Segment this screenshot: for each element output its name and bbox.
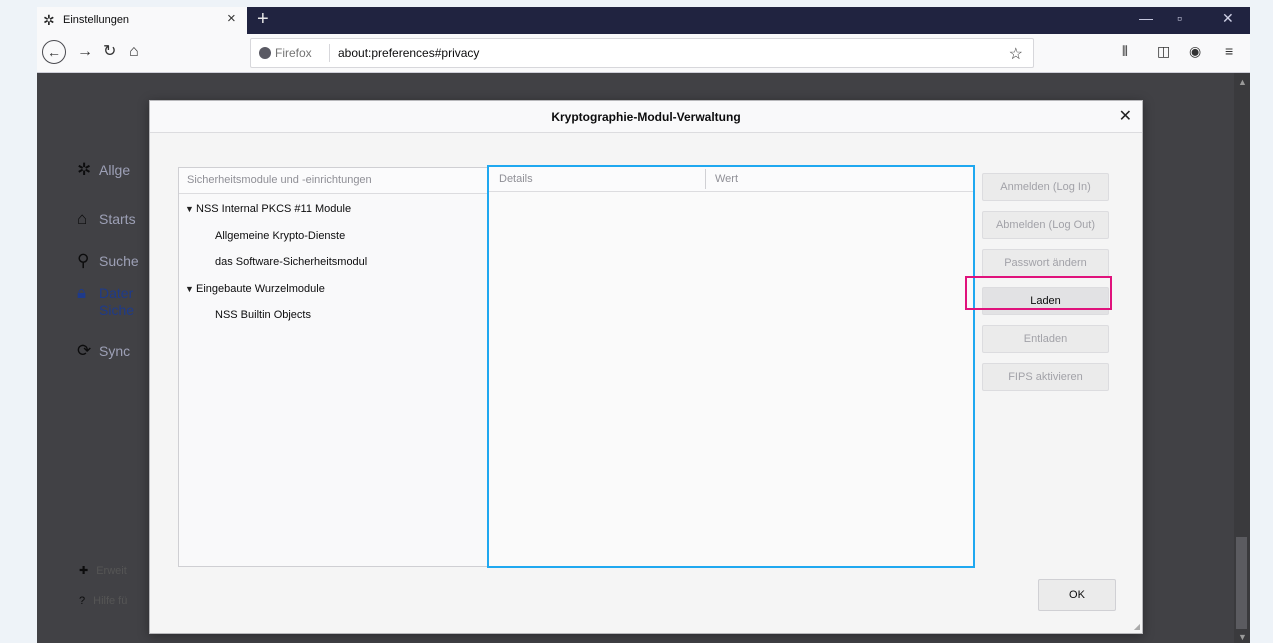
login-button[interactable]: Anmelden (Log In)	[982, 173, 1109, 201]
footer-label: Hilfe fü	[93, 595, 128, 607]
gear-icon: ✲	[43, 12, 55, 28]
details-table[interactable]: Details Wert	[487, 165, 975, 568]
dialog-title: Kryptographie-Modul-Verwaltung	[551, 110, 741, 124]
tree-item-builtin-objects[interactable]: NSS Builtin Objects	[215, 309, 311, 321]
account-icon[interactable]: ◉	[1189, 43, 1201, 60]
sidebar-item-general[interactable]: ✲ Allge	[77, 160, 130, 180]
tree-item-builtin-roots[interactable]: ▼ Eingebaute Wurzelmodule	[185, 283, 325, 295]
minimize-button[interactable]: —	[1139, 10, 1153, 26]
home-icon: ⌂	[77, 209, 88, 228]
tree-item-label: Eingebaute Wurzelmodule	[196, 283, 325, 295]
dialog-header: Kryptographie-Modul-Verwaltung ✕	[150, 101, 1142, 133]
sidebar-item-label: Sync	[99, 343, 131, 359]
puzzle-icon: ✚	[79, 565, 89, 577]
bookmark-star-icon[interactable]: ☆	[1009, 44, 1023, 64]
sidebar-item-search[interactable]: ⚲ Suche	[77, 251, 139, 271]
tree-item-label: NSS Internal PKCS #11 Module	[196, 203, 352, 215]
scroll-down-icon[interactable]: ▼	[1238, 632, 1247, 642]
column-details[interactable]: Details	[499, 173, 533, 185]
column-value[interactable]: Wert	[715, 173, 738, 185]
sidebar-footer-help[interactable]: ? Hilfe fü	[79, 595, 127, 607]
browser-window: ✲ Einstellungen × + — ▫ ✕ ← → ↻ ⌂ Firefo…	[37, 7, 1250, 643]
ok-button[interactable]: OK	[1038, 579, 1116, 611]
url-text[interactable]: about:preferences#privacy	[338, 46, 479, 60]
tree-header-label: Sicherheitsmodule und -einrichtungen	[187, 174, 372, 186]
tree-column-header[interactable]: Sicherheitsmodule und -einrichtungen	[179, 168, 488, 194]
search-icon: ⚲	[77, 251, 90, 270]
library-icon[interactable]: ⫴	[1122, 43, 1128, 60]
unload-button[interactable]: Entladen	[982, 325, 1109, 353]
change-password-button[interactable]: Passwort ändern	[982, 249, 1109, 277]
chevron-down-icon[interactable]: ▼	[185, 204, 196, 214]
logout-button[interactable]: Abmelden (Log Out)	[982, 211, 1109, 239]
back-button[interactable]: ←	[42, 40, 66, 64]
firefox-icon	[259, 47, 271, 59]
tab-settings[interactable]: ✲ Einstellungen ×	[37, 7, 247, 34]
identity-label: Firefox	[275, 46, 312, 60]
sidebar-item-home[interactable]: ⌂ Starts	[77, 209, 136, 229]
sidebar-item-privacy[interactable]: 🔒︎ Dater Siche	[77, 284, 134, 319]
tab-close-icon[interactable]: ×	[227, 10, 236, 27]
menu-icon[interactable]: ≡	[1225, 43, 1233, 59]
sidebar-item-sync[interactable]: ⟳ Sync	[77, 341, 130, 361]
close-icon[interactable]: ✕	[1119, 106, 1132, 126]
highlight-frame	[965, 276, 1112, 310]
scrollbar-thumb[interactable]	[1236, 537, 1247, 629]
gear-icon: ✲	[77, 160, 92, 179]
forward-button[interactable]: →	[77, 43, 93, 61]
sidebar-icon[interactable]: ◫	[1157, 43, 1170, 60]
tree-item-label: NSS Builtin Objects	[215, 309, 311, 321]
chevron-down-icon[interactable]: ▼	[185, 284, 196, 294]
identity-box[interactable]: Firefox	[259, 46, 312, 60]
sidebar-item-label: Starts	[99, 211, 136, 227]
resize-grip-icon[interactable]: ◢	[1134, 622, 1140, 631]
nav-toolbar: ← → ↻ ⌂ Firefox about:preferences#privac…	[37, 34, 1250, 73]
security-modules-tree[interactable]: Sicherheitsmodule und -einrichtungen ▼ NS…	[178, 167, 489, 567]
sidebar-item-label: Dater	[99, 285, 134, 301]
new-tab-button[interactable]: +	[257, 8, 269, 31]
tree-item-label: Allgemeine Krypto-Dienste	[215, 230, 346, 242]
tab-strip: ✲ Einstellungen × + — ▫ ✕	[37, 7, 1250, 34]
scroll-up-icon[interactable]: ▲	[1238, 77, 1247, 87]
home-button[interactable]: ⌂	[129, 43, 139, 61]
tree-item-nss-internal[interactable]: ▼ NSS Internal PKCS #11 Module	[185, 203, 351, 215]
device-manager-dialog: Kryptographie-Modul-Verwaltung ✕ Sicherh…	[149, 100, 1143, 634]
url-separator	[329, 44, 330, 62]
column-divider[interactable]	[705, 169, 706, 189]
sync-icon: ⟳	[77, 341, 92, 360]
close-window-button[interactable]: ✕	[1222, 10, 1234, 27]
maximize-button[interactable]: ▫	[1177, 10, 1182, 26]
sidebar-footer-extensions[interactable]: ✚ Erweit	[79, 564, 127, 577]
sidebar-item-label: Suche	[99, 253, 139, 269]
help-icon: ?	[79, 595, 86, 607]
url-bar[interactable]: Firefox about:preferences#privacy ☆	[250, 38, 1034, 68]
sidebar-item-label: Allge	[99, 162, 131, 178]
reload-button[interactable]: ↻	[103, 43, 116, 61]
details-header: Details Wert	[489, 167, 973, 192]
tree-item-label: das Software-Sicherheitsmodul	[215, 256, 368, 268]
tab-title: Einstellungen	[63, 14, 130, 26]
sidebar-item-label-2: Siche	[99, 302, 135, 318]
enable-fips-button[interactable]: FIPS aktivieren	[982, 363, 1109, 391]
tree-item-software-module[interactable]: das Software-Sicherheitsmodul	[215, 256, 367, 268]
tree-item-crypto-services[interactable]: Allgemeine Krypto-Dienste	[215, 230, 345, 242]
lock-icon: 🔒︎	[77, 283, 87, 302]
footer-label: Erweit	[96, 565, 127, 577]
